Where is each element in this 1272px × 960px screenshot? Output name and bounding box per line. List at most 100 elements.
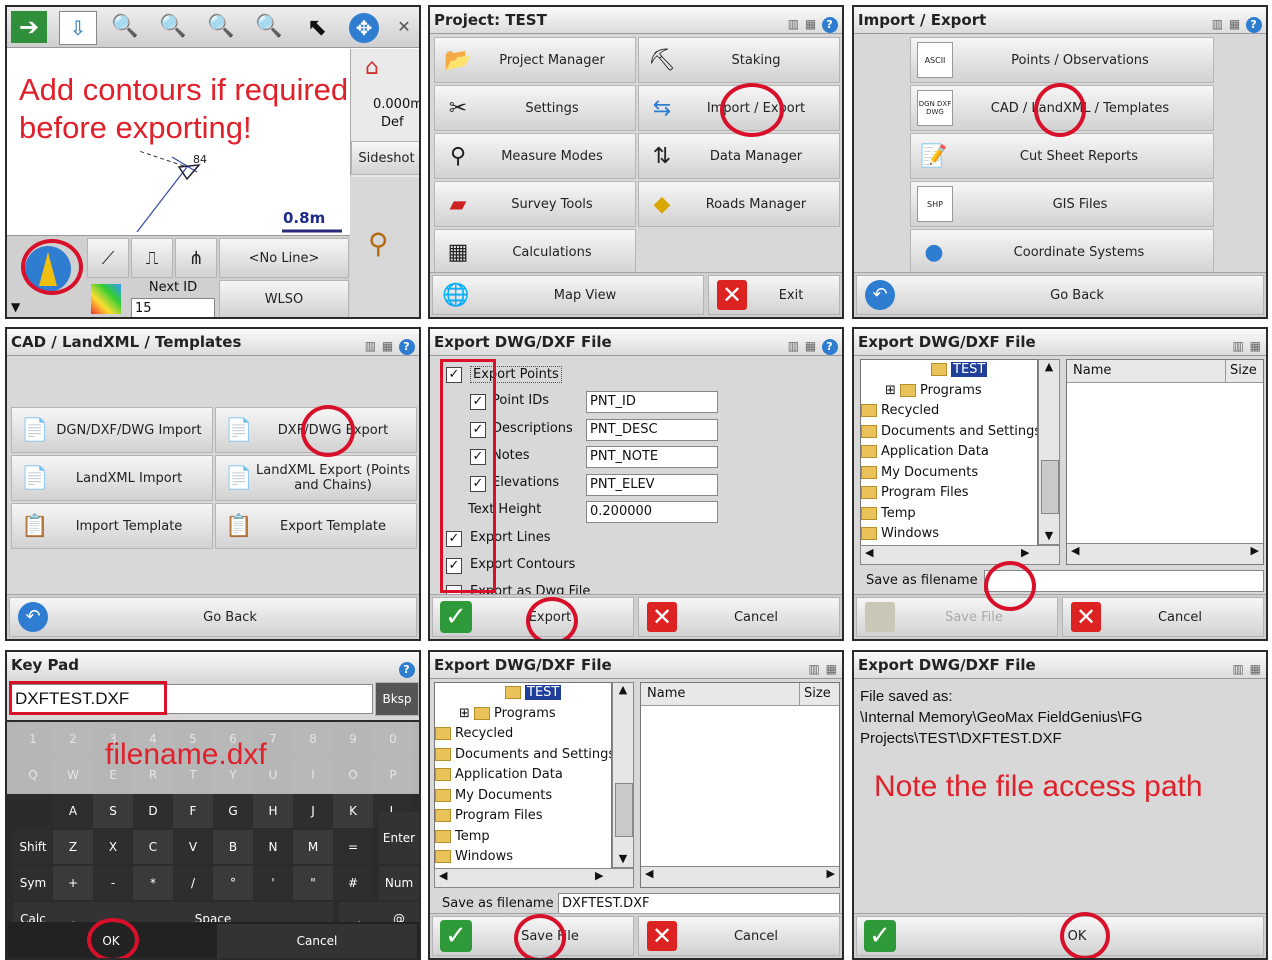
scroll-up-icon[interactable]: ▲ — [1039, 360, 1059, 373]
tree-item-temp[interactable]: Temp — [435, 827, 611, 848]
key-row3-5[interactable]: H — [253, 794, 293, 828]
scroll-thumb[interactable] — [1041, 460, 1059, 514]
folder-tree[interactable]: TEST ⊞ Programs Recycled Documents and S… — [860, 359, 1038, 547]
line-select-button[interactable]: <No Line> — [219, 238, 349, 278]
key-row5-6[interactable]: ' — [253, 866, 293, 900]
help-icon[interactable]: ? — [822, 338, 838, 355]
key-row3-1[interactable]: S — [93, 794, 133, 828]
scroll-left-icon[interactable]: ◀ — [645, 867, 653, 880]
tree-item-mydocs[interactable]: My Documents — [435, 786, 611, 807]
back-arrow-icon[interactable]: ⬉ — [299, 11, 335, 43]
points-observations-button[interactable]: ASCII Points / Observations — [910, 37, 1214, 83]
descriptions-field[interactable]: PNT_DESC — [586, 419, 718, 441]
column-header-size[interactable]: Size — [799, 683, 831, 705]
gis-files-button[interactable]: SHP GIS Files — [910, 181, 1214, 227]
ok-button[interactable]: ✓ OK — [856, 916, 1264, 956]
tree-item-test[interactable]: TEST — [435, 683, 611, 704]
tree-item-programfiles[interactable]: Program Files — [861, 483, 1037, 504]
column-header-name[interactable]: Name — [647, 683, 685, 705]
save-file-button[interactable]: Save File — [856, 597, 1058, 637]
zoom-in-icon[interactable]: 🔍 — [251, 11, 287, 43]
scroll-right-icon[interactable]: ▶ — [595, 869, 603, 882]
zoom-window-icon[interactable]: 🔍 — [203, 11, 239, 43]
tree-item-programfiles[interactable]: Program Files — [435, 806, 611, 827]
coordinate-systems-button[interactable]: ● Coordinate Systems — [910, 229, 1214, 275]
tree-vscrollbar[interactable]: ▲ ▼ — [612, 682, 634, 868]
import-template-button[interactable]: 📋 Import Template — [11, 503, 213, 549]
key-row3-0[interactable]: A — [53, 794, 93, 828]
wlso-button[interactable]: WLSO — [219, 280, 349, 317]
num-key[interactable]: Num — [379, 866, 419, 900]
scroll-thumb[interactable] — [615, 783, 633, 837]
measure-modes-button[interactable]: ⚲ Measure Modes — [434, 133, 636, 179]
enter-key[interactable]: Enter — [379, 812, 419, 864]
scroll-left-icon[interactable]: ◀ — [439, 869, 447, 882]
scroll-up-icon[interactable]: ▲ — [613, 683, 633, 696]
sideshot-button[interactable]: Sideshot — [351, 141, 419, 175]
tree-item-recycled[interactable]: Recycled — [861, 401, 1037, 422]
scroll-left-icon[interactable]: ◀ — [1071, 544, 1079, 557]
cad-landxml-templates-button[interactable]: DGN DXF DWG CAD / LandXML / Templates — [910, 85, 1214, 131]
tree-item-recycled[interactable]: Recycled — [435, 724, 611, 745]
tree-item-appdata[interactable]: Application Data — [861, 442, 1037, 463]
key-row4-3[interactable]: C — [133, 830, 173, 864]
tree-item-programs[interactable]: ⊞ Programs — [861, 381, 1037, 402]
save-filename-input[interactable]: DXFTEST.DXF — [558, 893, 840, 915]
key-row4-0[interactable]: Shift — [13, 830, 53, 864]
cancel-button[interactable]: ✕ Cancel — [638, 916, 840, 956]
tree-vscrollbar[interactable]: ▲ ▼ — [1038, 359, 1060, 545]
key-row5-1[interactable]: + — [53, 866, 93, 900]
arrow-right-icon[interactable]: ➔ — [11, 11, 47, 43]
cancel-button[interactable]: ✕ Cancel — [638, 597, 840, 637]
exit-button[interactable]: ✕ Exit — [708, 275, 840, 315]
column-header-size[interactable]: Size — [1225, 360, 1257, 382]
key-row4-8[interactable]: = — [333, 830, 373, 864]
scroll-left-icon[interactable]: ◀ — [865, 546, 873, 559]
data-manager-button[interactable]: ⇅ Data Manager — [638, 133, 840, 179]
file-list[interactable]: Name Size ◀ ▶ — [1066, 359, 1264, 565]
key-row5-8[interactable]: # — [333, 866, 373, 900]
dgn-dxf-dwg-import-button[interactable]: 📄 DGN/DXF/DWG Import — [11, 407, 213, 453]
tree-hscrollbar[interactable]: ◀ ▶ — [860, 545, 1060, 565]
cancel-button[interactable]: ✕ Cancel — [1062, 597, 1264, 637]
save-file-button[interactable]: ✓ Save File — [432, 916, 634, 956]
settings-button[interactable]: ✂ Settings — [434, 85, 636, 131]
landxml-export-button[interactable]: 📄 LandXML Export (Points and Chains) — [215, 455, 417, 501]
key-row4-6[interactable]: N — [253, 830, 293, 864]
key-row4-5[interactable]: B — [213, 830, 253, 864]
go-back-button[interactable]: ↶ Go Back — [9, 597, 417, 637]
scroll-down-icon[interactable]: ▼ — [1039, 529, 1059, 542]
network-tool-button[interactable]: ⋔ — [175, 238, 217, 278]
line-tool-button[interactable]: ⟋ — [87, 238, 129, 278]
key-row5-3[interactable]: * — [133, 866, 173, 900]
scroll-right-icon[interactable]: ▶ — [1251, 544, 1259, 557]
text-height-field[interactable]: 0.200000 — [586, 501, 718, 523]
dropdown-icon[interactable]: ▼ — [11, 300, 20, 314]
pan-icon[interactable]: ✥ — [349, 13, 379, 43]
dar-icon[interactable]: ✕ — [389, 11, 419, 43]
rod-person-icon[interactable]: ⚲ — [368, 227, 389, 260]
tree-item-documents[interactable]: Documents and Settings — [861, 422, 1037, 443]
tree-item-documents[interactable]: Documents and Settings — [435, 745, 611, 766]
key-row5-5[interactable]: ° — [213, 866, 253, 900]
landxml-import-button[interactable]: 📄 LandXML Import — [11, 455, 213, 501]
scroll-down-icon[interactable]: ▼ — [613, 852, 633, 865]
file-hscrollbar[interactable]: ◀ ▶ — [641, 866, 839, 887]
survey-tools-button[interactable]: ▰ Survey Tools — [434, 181, 636, 227]
tree-hscrollbar[interactable]: ◀ ▶ — [434, 868, 634, 888]
import-export-button[interactable]: ⇆ Import / Export — [638, 85, 840, 131]
cut-sheet-reports-button[interactable]: 📝 Cut Sheet Reports — [910, 133, 1214, 179]
key-row5-2[interactable]: - — [93, 866, 133, 900]
help-icon[interactable]: ? — [822, 16, 838, 33]
point-ids-field[interactable]: PNT_ID — [586, 391, 718, 413]
tree-item-test[interactable]: TEST — [861, 360, 1037, 381]
key-row3-7[interactable]: K — [333, 794, 373, 828]
key-row5-0[interactable]: Sym — [13, 866, 53, 900]
file-hscrollbar[interactable]: ◀ ▶ — [1067, 543, 1263, 564]
help-icon[interactable]: ? — [399, 661, 415, 678]
key-row4-4[interactable]: V — [173, 830, 213, 864]
arrow-down-icon[interactable]: ⇩ — [59, 11, 97, 45]
tree-item-programs[interactable]: ⊞ Programs — [435, 704, 611, 725]
export-template-button[interactable]: 📋 Export Template — [215, 503, 417, 549]
key-row5-4[interactable]: / — [173, 866, 213, 900]
